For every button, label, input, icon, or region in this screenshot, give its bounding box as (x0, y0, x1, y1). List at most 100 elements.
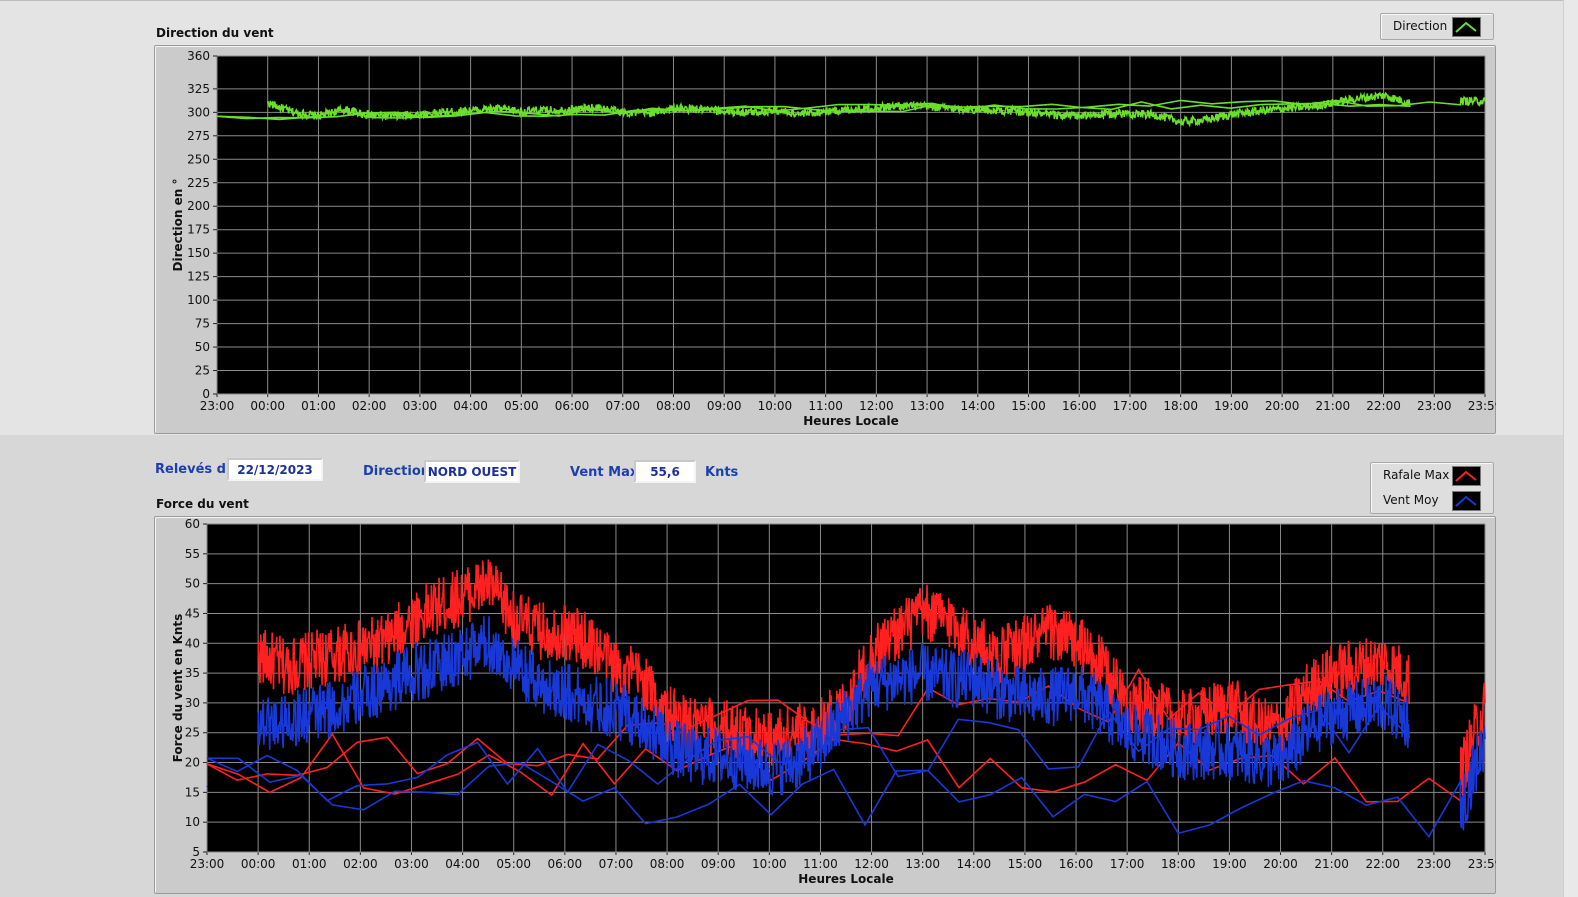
data-point (571, 108, 573, 111)
data-point (385, 642, 387, 644)
data-point (769, 767, 771, 770)
data-point (1357, 666, 1359, 668)
y-tick-label: 100 (187, 293, 210, 307)
direction-field[interactable]: NORD OUEST (424, 460, 520, 483)
data-point (216, 115, 218, 117)
data-point (267, 102, 269, 104)
legend-item-rafale-max[interactable]: Rafale Max (1371, 463, 1493, 488)
y-tick-label: 250 (187, 152, 210, 166)
x-tick-label: 12:00 (859, 399, 894, 413)
y-tick-label: 0 (202, 387, 210, 401)
data-point (952, 107, 954, 110)
legend-item-direction[interactable]: Direction (1381, 14, 1493, 39)
data-point (1024, 696, 1027, 698)
data-point (615, 666, 617, 668)
data-point (283, 720, 285, 722)
x-axis-title: Heures Locale (798, 872, 893, 886)
data-point (334, 654, 336, 656)
y-tick-label: 150 (187, 246, 210, 260)
y-tick-label: 20 (185, 756, 200, 770)
data-point (538, 684, 541, 686)
x-tick-label: 06:00 (555, 399, 590, 413)
data-point (723, 110, 726, 112)
data-point (666, 744, 668, 746)
x-tick-label: 00:00 (241, 857, 276, 871)
data-point (794, 732, 796, 734)
y-tick-label: 15 (185, 785, 200, 799)
data-point (283, 666, 285, 668)
data-point (926, 106, 929, 108)
data-point (308, 714, 310, 716)
x-tick-label: 23:59 (1468, 857, 1496, 871)
data-point (1079, 115, 1081, 117)
data-point (820, 744, 822, 746)
data-point (590, 702, 592, 704)
data-point (411, 672, 413, 674)
x-tick-label: 22:00 (1366, 399, 1401, 413)
data-point (308, 660, 310, 662)
x-tick-label: 13:00 (910, 399, 945, 413)
data-point (292, 111, 294, 113)
data-point (673, 107, 675, 110)
date-field[interactable]: 22/12/2023 (227, 458, 323, 481)
bottom-chart-legend[interactable]: Rafale Max Vent Moy (1370, 462, 1494, 514)
data-point (1206, 119, 1208, 121)
x-tick-label: 06:00 (548, 857, 583, 871)
data-point (487, 642, 489, 644)
data-point (794, 761, 796, 764)
data-point (1256, 110, 1259, 112)
y-tick-label: 50 (185, 577, 200, 591)
data-point (1129, 112, 1132, 114)
top-chart-legend[interactable]: Direction (1380, 13, 1494, 40)
data-point (1101, 708, 1103, 710)
data-point (1408, 720, 1410, 722)
data-point (1255, 755, 1257, 758)
x-tick-label: 02:00 (343, 857, 378, 871)
x-tick-label: 19:00 (1214, 399, 1249, 413)
data-point (1003, 109, 1005, 112)
y-tick-label: 25 (185, 726, 200, 740)
vent-max-field[interactable]: 55,6 (634, 460, 696, 483)
data-point (368, 114, 370, 116)
data-point (206, 761, 208, 764)
data-point (1028, 111, 1030, 113)
x-tick-label: 23:00 (200, 399, 235, 413)
x-tick-label: 10:00 (752, 857, 787, 871)
data-point (359, 696, 362, 698)
data-point (436, 606, 438, 609)
data-point (1127, 732, 1129, 734)
data-point (470, 109, 472, 112)
data-point (1306, 732, 1308, 734)
y-tick-label: 50 (195, 340, 210, 354)
data-point (1231, 113, 1233, 115)
x-axis-title: Heures Locale (803, 414, 898, 428)
data-point (411, 618, 413, 621)
legend-item-vent-moy[interactable]: Vent Moy (1371, 488, 1493, 513)
right-scrollbar[interactable] (1563, 0, 1578, 897)
data-point (546, 109, 548, 112)
releves-label: Relevés du (155, 462, 236, 477)
y-tick-label: 360 (187, 49, 210, 63)
data-point (1382, 660, 1385, 662)
data-point (1180, 121, 1182, 123)
x-tick-label: 17:00 (1113, 399, 1148, 413)
x-tick-label: 18:00 (1161, 857, 1196, 871)
data-point (896, 630, 899, 632)
data-point (973, 642, 975, 644)
data-point (385, 684, 387, 686)
x-tick-label: 03:00 (394, 857, 429, 871)
data-point (1358, 97, 1360, 99)
direction-label: Direction (363, 464, 431, 479)
top-chart-title: Direction du vent (156, 26, 274, 40)
x-tick-label: 18:00 (1163, 399, 1198, 413)
data-point (343, 108, 345, 111)
x-tick-label: 15:00 (1008, 857, 1043, 871)
data-point (641, 720, 643, 722)
data-point (1306, 690, 1308, 692)
y-tick-label: 200 (187, 199, 210, 213)
data-point (1178, 720, 1180, 722)
data-point (359, 648, 362, 650)
data-point (871, 654, 873, 656)
data-point (692, 755, 694, 758)
y-tick-label: 75 (195, 317, 210, 331)
